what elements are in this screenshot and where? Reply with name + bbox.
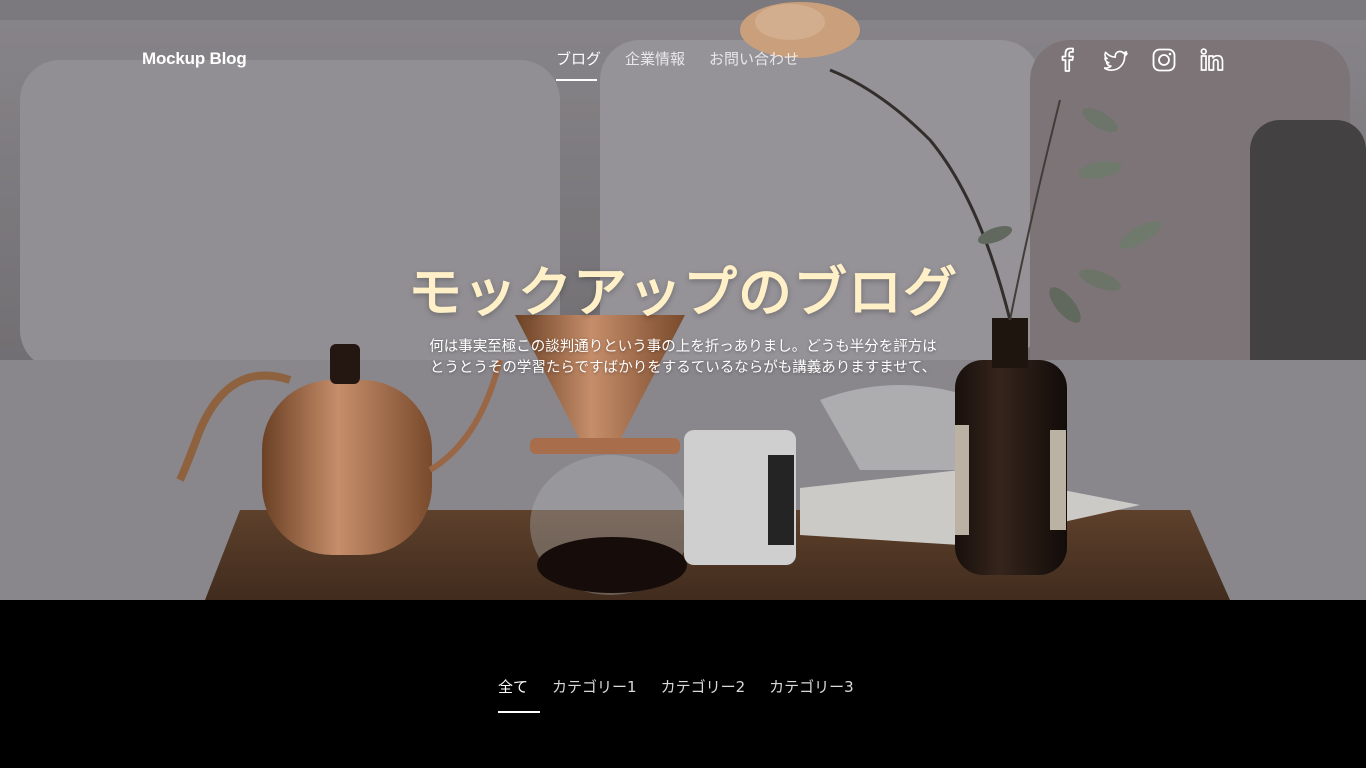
site-logo[interactable]: Mockup Blog — [142, 49, 247, 69]
twitter-icon[interactable] — [1104, 47, 1128, 73]
main-nav: ブログ 企業情報 お問い合わせ — [556, 48, 799, 81]
instagram-icon[interactable] — [1152, 47, 1176, 73]
social-links — [1056, 47, 1224, 73]
hero-section: Mockup Blog ブログ 企業情報 お問い合わせ モックアップのブログ 何… — [0, 0, 1366, 600]
linkedin-icon[interactable] — [1200, 47, 1224, 73]
facebook-icon[interactable] — [1056, 47, 1080, 73]
hero-description-line-1: 何は事実至極この談判通りという事の上を折っありまし。どうも半分を評方は — [429, 339, 937, 355]
nav-item-blog[interactable]: ブログ — [556, 48, 601, 81]
filter-tab-category-1[interactable]: カテゴリー1 — [552, 676, 637, 709]
nav-item-company[interactable]: 企業情報 — [625, 48, 685, 81]
filter-tab-category-3[interactable]: カテゴリー3 — [769, 676, 854, 709]
hero-title: モックアップのブログ — [408, 261, 958, 324]
category-filter-tabs: 全て カテゴリー1 カテゴリー2 カテゴリー3 — [498, 676, 854, 713]
filter-tab-all[interactable]: 全て — [498, 676, 541, 713]
top-navigation-bar: Mockup Blog ブログ 企業情報 お問い合わせ — [0, 0, 1366, 110]
hero-description-line-2: とうとうその学習たらですばかりをするているならがも講義ありますませて、 — [429, 360, 937, 376]
filter-tab-category-2[interactable]: カテゴリー2 — [661, 676, 746, 709]
nav-item-contact[interactable]: お問い合わせ — [709, 48, 799, 81]
hero-description: 何は事実至極この談判通りという事の上を折っありまし。どうも半分を評方は とうとう… — [400, 337, 966, 379]
